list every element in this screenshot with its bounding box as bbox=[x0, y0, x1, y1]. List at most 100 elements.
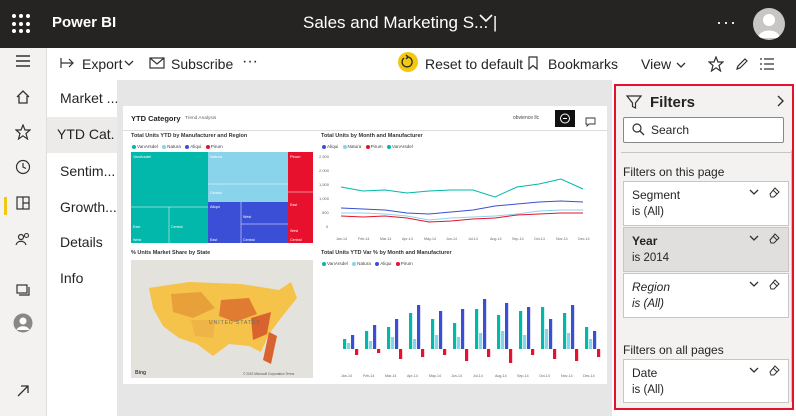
bar-mark bbox=[431, 319, 435, 349]
x-tick: Feb-14 bbox=[363, 374, 374, 378]
workspaces-icon[interactable] bbox=[0, 278, 46, 308]
legend-item: VanArsdel bbox=[391, 144, 413, 149]
shared-with-me-icon[interactable] bbox=[0, 227, 46, 257]
view-button[interactable]: View bbox=[641, 56, 671, 72]
tile-region: Central bbox=[243, 238, 255, 242]
filter-pane-scrollbar[interactable] bbox=[791, 150, 794, 402]
filter-value: is (All) bbox=[632, 384, 664, 396]
bar-chart-legend: VanArsdel Natura Aliqui Pirum bbox=[319, 261, 413, 266]
avatar[interactable] bbox=[753, 8, 785, 40]
expand-chevron-icon[interactable] bbox=[748, 363, 760, 379]
legend-item: Pirum bbox=[210, 144, 223, 149]
map-visual[interactable]: UNITED STATES Bing © 2019 Microsoft Corp… bbox=[131, 260, 313, 378]
map-copyright: © 2019 Microsoft Corporation Terms bbox=[243, 372, 295, 376]
page-tab[interactable]: Growth... bbox=[60, 199, 117, 215]
legend-item: Aliqui bbox=[380, 261, 392, 266]
bar-mark bbox=[501, 331, 505, 349]
x-tick: Jun-14 bbox=[446, 237, 457, 241]
legend-item: Aliqui bbox=[190, 144, 202, 149]
recent-clock-icon[interactable] bbox=[0, 155, 46, 185]
favorites-star-icon[interactable] bbox=[0, 120, 46, 150]
hamburger-menu-icon[interactable] bbox=[0, 48, 46, 78]
bar-mark bbox=[391, 337, 395, 349]
reset-to-default-button[interactable]: Reset to default bbox=[425, 56, 523, 72]
expand-chevron-icon[interactable] bbox=[748, 231, 760, 247]
filter-funnel-icon bbox=[625, 94, 643, 115]
bar-chart[interactable]: Jan-14 Feb-14 Mar-14 Apr-14 May-14 Jun-1… bbox=[319, 269, 605, 379]
page-tab[interactable]: Sentim... bbox=[60, 163, 117, 179]
home-icon[interactable] bbox=[0, 85, 46, 115]
export-chevron-icon[interactable] bbox=[123, 56, 135, 72]
bar-mark bbox=[351, 335, 355, 349]
brand-label: obvience llc bbox=[513, 115, 540, 121]
report-page: YTD Category Trend Analysis obvience llc… bbox=[123, 106, 607, 384]
filter-value: is 2014 bbox=[632, 252, 670, 264]
search-placeholder: Search bbox=[651, 123, 690, 137]
bar-mark bbox=[531, 349, 535, 355]
bar-mark bbox=[509, 349, 513, 363]
clear-filter-eraser-icon[interactable] bbox=[768, 278, 780, 293]
tile-region: East bbox=[210, 238, 217, 242]
bar-mark bbox=[443, 349, 447, 355]
get-data-arrow-icon[interactable] bbox=[0, 378, 46, 408]
bar-mark bbox=[575, 349, 579, 361]
bar-mark bbox=[435, 335, 439, 349]
treemap-chart[interactable]: VanArsdel Natura Aliqui Pirum East Centr… bbox=[131, 152, 313, 243]
report-title[interactable]: Sales and Marketing S... | bbox=[303, 13, 497, 33]
page-tab[interactable]: Market ... bbox=[60, 90, 117, 106]
line-series-vanarsdel bbox=[340, 178, 584, 198]
reset-icon[interactable] bbox=[397, 51, 419, 76]
subscribe-button[interactable]: Subscribe bbox=[171, 56, 233, 72]
x-tick: Sep-14 bbox=[512, 237, 524, 241]
profile-icon[interactable] bbox=[0, 313, 46, 343]
x-tick: Sep-14 bbox=[517, 374, 529, 378]
bar-mark bbox=[545, 329, 549, 349]
export-button[interactable]: Export bbox=[82, 56, 122, 72]
subscribe-mail-icon[interactable] bbox=[149, 56, 165, 72]
bar-mark bbox=[585, 327, 589, 349]
page-tab[interactable]: Info bbox=[60, 270, 117, 286]
x-tick: Apr-14 bbox=[402, 237, 413, 241]
bar-mark bbox=[527, 307, 531, 349]
expand-chevron-icon[interactable] bbox=[748, 185, 760, 201]
y-tick: 500 bbox=[322, 210, 329, 215]
toolbar-more-icon[interactable]: ··· bbox=[242, 53, 258, 71]
chevron-down-icon[interactable] bbox=[478, 10, 494, 31]
bookmark-icon[interactable] bbox=[527, 56, 539, 73]
filter-card-year[interactable]: Year is 2014 bbox=[623, 227, 789, 272]
tile-region: West bbox=[243, 215, 251, 219]
map-country-label: UNITED STATES bbox=[209, 320, 261, 326]
line-chart-legend: Aliqui Natura Pirum VanArsdel bbox=[319, 144, 413, 149]
treemap-tile-aliqui bbox=[208, 202, 288, 243]
collapse-chevron-icon[interactable] bbox=[775, 94, 785, 112]
export-icon[interactable] bbox=[60, 56, 76, 72]
clear-filter-eraser-icon[interactable] bbox=[768, 232, 780, 247]
bookmarks-button[interactable]: Bookmarks bbox=[548, 56, 618, 72]
list-icon[interactable] bbox=[759, 56, 775, 77]
more-options-icon[interactable]: ··· bbox=[716, 12, 737, 33]
page-tab-selected[interactable]: YTD Cat... bbox=[57, 126, 114, 142]
report-subtitle: Trend Analysis bbox=[185, 116, 217, 121]
expand-chevron-icon[interactable] bbox=[748, 277, 760, 293]
bar-mark bbox=[487, 349, 491, 357]
filter-name: Date bbox=[632, 366, 658, 380]
bar-mark bbox=[549, 319, 553, 349]
edit-pencil-icon[interactable] bbox=[734, 56, 750, 77]
app-name[interactable]: Power BI bbox=[52, 14, 116, 31]
y-tick: 2,000 bbox=[319, 168, 330, 173]
page-tab[interactable]: Details bbox=[60, 234, 117, 250]
view-chevron-icon[interactable] bbox=[675, 58, 687, 76]
clear-filter-eraser-icon[interactable] bbox=[768, 364, 780, 379]
favorite-star-icon[interactable] bbox=[707, 55, 725, 77]
filter-card-date[interactable]: Date is (All) bbox=[623, 359, 789, 403]
app-launcher-icon[interactable] bbox=[12, 14, 32, 34]
left-navigation bbox=[0, 48, 47, 416]
clear-filter-eraser-icon[interactable] bbox=[768, 186, 780, 201]
filter-name: Segment bbox=[632, 188, 681, 202]
bar-mark bbox=[395, 319, 399, 349]
line-chart[interactable]: 2,500 2,000 1,500 1,000 500 0 Jan-14 Feb… bbox=[319, 150, 605, 242]
legend-item: Aliqui bbox=[327, 144, 339, 149]
filter-card-region[interactable]: Region is (All) bbox=[623, 273, 789, 318]
filter-card-segment[interactable]: Segment is (All) bbox=[623, 181, 789, 226]
filter-search-input[interactable]: Search bbox=[623, 117, 784, 143]
